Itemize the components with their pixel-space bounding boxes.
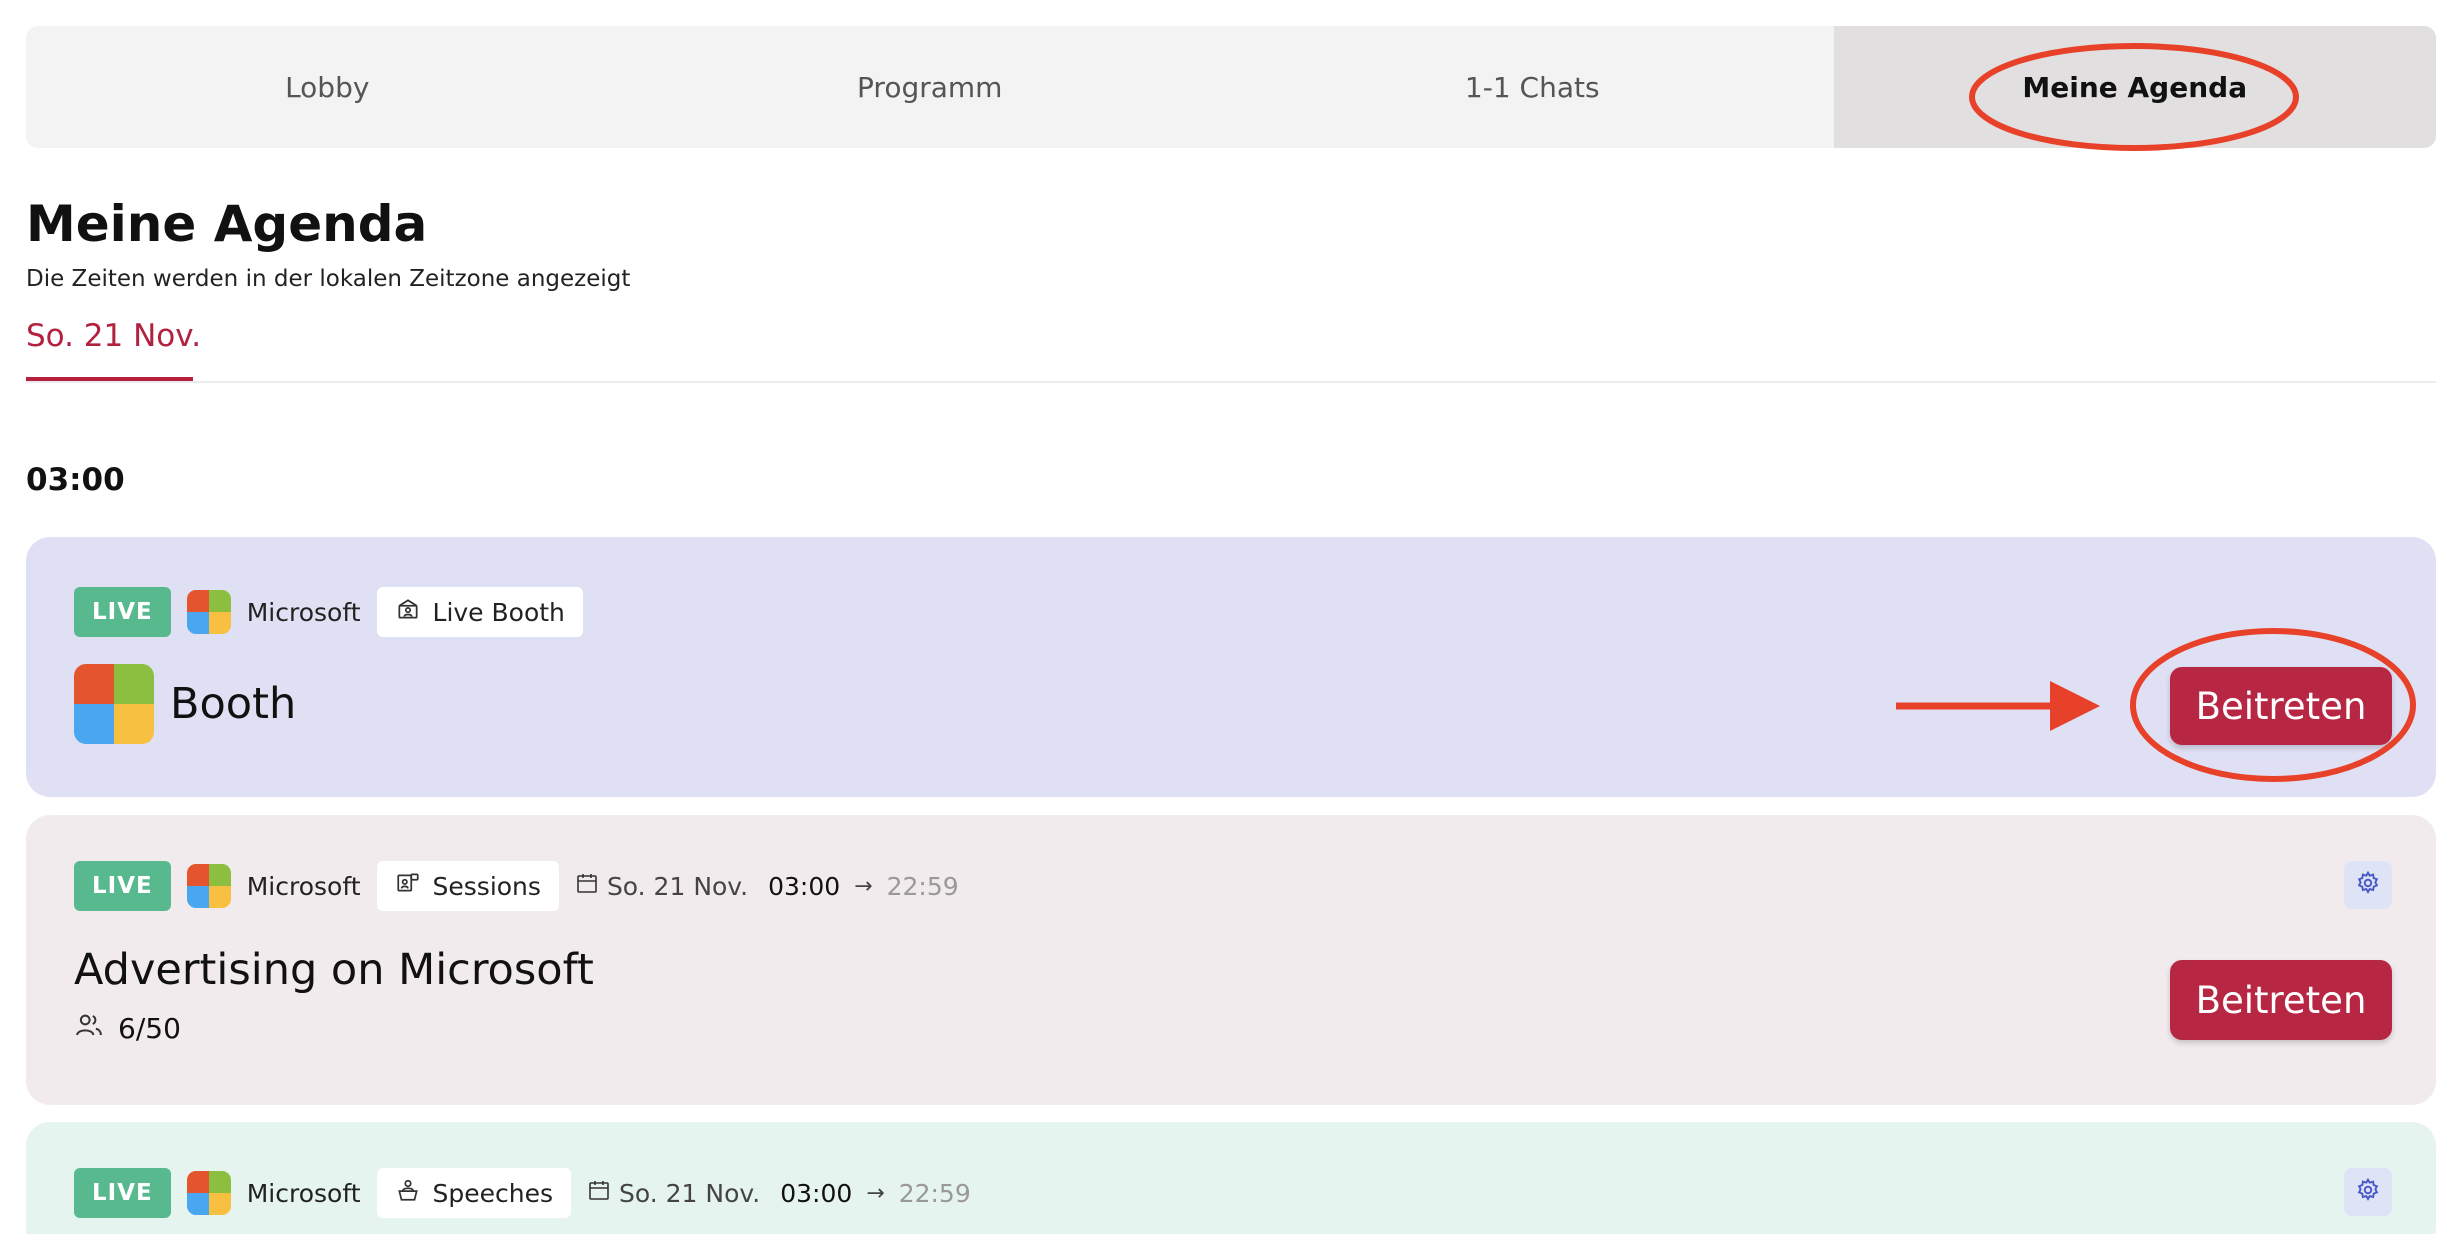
organization-name: Microsoft	[246, 597, 361, 627]
join-button[interactable]: Beitreten	[2170, 667, 2392, 745]
agenda-card-session: LIVE Microsoft Sessions So. 21 Nov. 03:0…	[26, 815, 2436, 1105]
card-meta: LIVE Microsoft Speeches So. 21 Nov. 03:0…	[74, 1168, 971, 1218]
agenda-card-booth: LIVE Microsoft Live Booth Booth Beitrete…	[26, 537, 2436, 797]
attendee-value: 6/50	[118, 1012, 181, 1045]
type-chip: Sessions	[376, 861, 559, 911]
join-button[interactable]: Beitreten	[2170, 960, 2392, 1040]
page-title: Meine Agenda	[26, 195, 428, 253]
timezone-note: Die Zeiten werden in der lokalen Zeitzon…	[26, 266, 631, 292]
microsoft-logo-icon	[186, 864, 231, 908]
attendee-count: 6/50	[74, 1010, 181, 1047]
date-divider	[26, 381, 2436, 383]
sessions-icon	[395, 870, 421, 902]
users-icon	[74, 1010, 104, 1047]
start-time: 03:00	[780, 1178, 853, 1208]
calendar-icon	[575, 871, 599, 901]
speech-time: So. 21 Nov. 03:00 → 22:59	[587, 1178, 971, 1208]
agenda-page: Lobby Programm 1-1 Chats Meine Agenda Me…	[0, 0, 2460, 1234]
tab-lobby[interactable]: Lobby	[26, 26, 629, 148]
speeches-icon	[395, 1177, 421, 1209]
organization-name: Microsoft	[246, 871, 361, 901]
type-chip: Speeches	[376, 1168, 572, 1218]
session-time: So. 21 Nov. 03:00 → 22:59	[575, 871, 959, 901]
calendar-icon	[587, 1178, 611, 1208]
microsoft-logo-icon	[186, 1171, 231, 1215]
time-slot-heading: 03:00	[26, 462, 125, 498]
organization-name: Microsoft	[246, 1178, 361, 1208]
microsoft-logo-icon	[74, 664, 154, 744]
settings-button[interactable]	[2344, 861, 2392, 909]
booth-icon	[395, 596, 421, 628]
gear-icon	[2355, 1177, 2381, 1207]
type-label: Speeches	[432, 1178, 554, 1208]
type-label: Live Booth	[432, 597, 565, 627]
live-badge: LIVE	[74, 587, 171, 637]
end-time: 22:59	[886, 871, 959, 901]
tab-meine-agenda[interactable]: Meine Agenda	[1833, 26, 2436, 148]
arrow-right-icon: →	[866, 1180, 885, 1206]
card-meta: LIVE Microsoft Sessions So. 21 Nov. 03:0…	[74, 861, 959, 911]
settings-button[interactable]	[2344, 1168, 2392, 1216]
live-badge: LIVE	[74, 861, 171, 911]
card-title: Advertising on Microsoft	[74, 945, 594, 995]
end-time: 22:59	[898, 1178, 971, 1208]
tab-chats[interactable]: 1-1 Chats	[1231, 26, 1834, 148]
microsoft-logo-icon	[186, 590, 231, 634]
session-date: So. 21 Nov.	[606, 871, 749, 901]
agenda-card-speech: LIVE Microsoft Speeches So. 21 Nov. 03:0…	[26, 1122, 2436, 1234]
speech-date: So. 21 Nov.	[619, 1178, 761, 1208]
live-badge: LIVE	[74, 1168, 171, 1218]
type-label: Sessions	[432, 871, 541, 901]
card-title: Booth	[170, 679, 297, 729]
booth-title-row: Booth	[74, 664, 296, 744]
start-time: 03:00	[768, 871, 841, 901]
gear-icon	[2355, 870, 2381, 900]
date-tab[interactable]: So. 21 Nov.	[26, 318, 201, 354]
main-tab-bar: Lobby Programm 1-1 Chats Meine Agenda	[26, 26, 2436, 148]
arrow-right-icon: →	[854, 873, 873, 899]
tab-programm[interactable]: Programm	[629, 26, 1232, 148]
card-meta: LIVE Microsoft Live Booth	[74, 587, 583, 637]
type-chip: Live Booth	[376, 587, 583, 637]
